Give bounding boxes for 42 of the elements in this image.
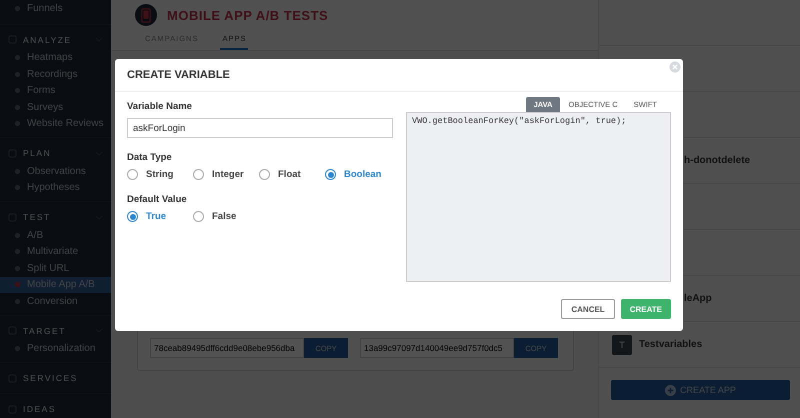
field-label: Data Type <box>127 152 172 163</box>
close-icon[interactable] <box>669 61 681 73</box>
radio-label: String <box>146 169 174 180</box>
radio-label: False <box>212 211 236 222</box>
variable-name-input[interactable]: askForLogin <box>127 118 393 138</box>
radio-button[interactable] <box>325 169 336 180</box>
radio-label: Integer <box>212 169 244 180</box>
code-snippet: VWO.getBooleanForKey("askForLogin", true); <box>406 112 671 282</box>
dialog-title: CREATE VARIABLE <box>127 69 230 81</box>
radio-option[interactable]: Integer <box>193 169 259 180</box>
dot-icon <box>14 281 21 288</box>
key-field[interactable]: 78ceab89495dff6cdd9e08ebe956dba <box>150 338 304 358</box>
radio-button[interactable] <box>193 211 204 222</box>
section-header: TARGET <box>23 326 67 336</box>
app-name[interactable]: leApp <box>684 293 712 304</box>
app-name[interactable]: Testvariables <box>639 339 702 350</box>
radio-button[interactable] <box>127 211 138 222</box>
radio-button[interactable] <box>127 169 138 180</box>
radio-option[interactable]: Boolean <box>325 169 391 180</box>
phone-icon <box>135 4 157 26</box>
section-header: ANALYZE <box>23 34 73 44</box>
app-avatar: T <box>612 334 632 354</box>
key-field[interactable]: 13a99c97097d140049ee9d757f0dc5 <box>360 338 514 358</box>
section-header: SERVICES <box>23 373 79 383</box>
radio-option[interactable]: False <box>193 211 259 222</box>
radio-label: Float <box>278 169 301 180</box>
field-label: Default Value <box>127 194 187 205</box>
create-button[interactable]: CREATE <box>620 299 671 319</box>
radio-label: Boolean <box>344 169 382 180</box>
radio-option[interactable]: True <box>127 211 193 222</box>
field-label: Variable Name <box>127 101 192 112</box>
radio-option[interactable]: Float <box>259 169 325 180</box>
radio-label: True <box>146 211 166 222</box>
section-header: PLAN <box>23 148 52 158</box>
radio-button[interactable] <box>259 169 270 180</box>
plus-icon <box>665 384 676 396</box>
cancel-button[interactable]: CANCEL <box>561 299 615 319</box>
radio-option[interactable]: String <box>127 169 193 180</box>
page-title: MOBILE APP A/B TESTS <box>167 8 328 22</box>
radio-button[interactable] <box>193 169 204 180</box>
section-header: IDEAS <box>23 404 58 414</box>
section-header: TEST <box>23 212 52 222</box>
